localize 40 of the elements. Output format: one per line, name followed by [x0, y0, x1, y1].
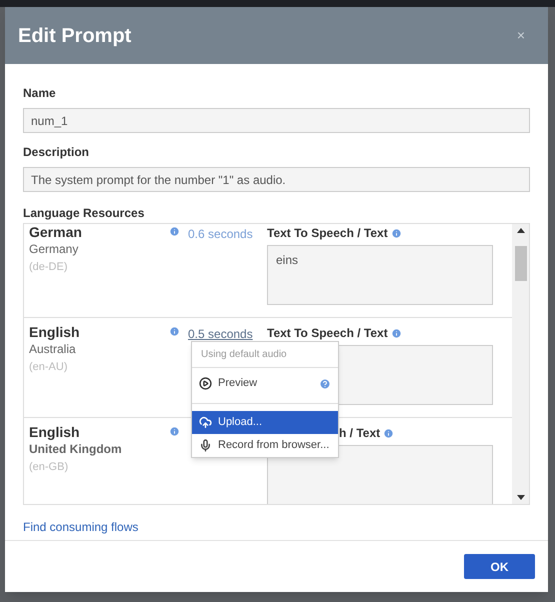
- microphone-icon: [199, 439, 212, 452]
- scroll-thumb[interactable]: [514, 246, 526, 281]
- info-icon[interactable]: [390, 228, 402, 238]
- language-code: (en-AU): [29, 360, 69, 375]
- language-code: (en-GB): [29, 460, 70, 475]
- info-icon[interactable]: [169, 326, 180, 337]
- cloud-upload-icon: [199, 416, 212, 429]
- description-label: Description: [23, 144, 90, 161]
- info-icon[interactable]: [390, 328, 402, 338]
- region-name: United Kingdom: [29, 441, 123, 458]
- menu-item[interactable]: Upload...: [192, 411, 338, 434]
- menu-header: Using default audio: [192, 342, 338, 368]
- name-label: Name: [23, 85, 57, 102]
- menu-item[interactable]: Preview: [192, 368, 338, 399]
- dialog-title: Edit Prompt: [18, 24, 132, 48]
- language-code: (de-DE): [29, 260, 69, 275]
- scroll-down-icon[interactable]: [516, 495, 524, 500]
- tts-label: Text To Speech / Text: [267, 325, 388, 342]
- name-field[interactable]: num_1: [23, 108, 530, 133]
- region-name: Germany: [29, 241, 80, 258]
- tts-field[interactable]: eins: [267, 245, 493, 305]
- menu-item[interactable]: Record from browser...: [192, 434, 338, 457]
- language-name: English: [29, 424, 81, 441]
- play-icon: [199, 377, 212, 390]
- scrollbar[interactable]: [512, 224, 529, 504]
- ok-button[interactable]: OK: [464, 554, 535, 579]
- duration-link[interactable]: 0.5 seconds: [188, 325, 253, 343]
- find-flows-link[interactable]: Find consuming flows: [23, 518, 138, 536]
- description-field[interactable]: The system prompt for the number "1" as audio.: [23, 167, 530, 192]
- scroll-up-icon[interactable]: [516, 228, 524, 233]
- language-name: German: [29, 224, 83, 241]
- region-name: Australia: [29, 341, 77, 358]
- tts-label: h / Text: [339, 425, 380, 442]
- info-icon[interactable]: [169, 226, 180, 237]
- language-name: English: [29, 324, 81, 341]
- help-icon[interactable]: [319, 378, 331, 390]
- tts-label: Text To Speech / Text: [267, 225, 388, 242]
- section-label: Language Resources: [23, 205, 146, 222]
- info-icon[interactable]: [169, 426, 180, 437]
- info-icon[interactable]: [383, 428, 394, 438]
